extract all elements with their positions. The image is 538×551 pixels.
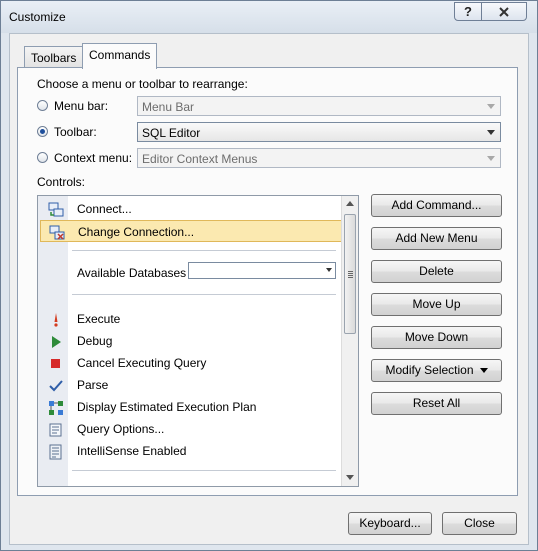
list-item-label: Display Estimated Execution Plan (77, 400, 257, 414)
list-item[interactable]: Query Options... (40, 418, 342, 440)
stop-icon (51, 359, 60, 368)
list-item[interactable]: Connect... (40, 198, 342, 220)
delete-button[interactable]: Delete (371, 260, 502, 283)
tab-commands[interactable]: Commands (82, 43, 158, 69)
list-item[interactable]: Debug (40, 330, 342, 352)
triangle-down-icon (479, 368, 488, 373)
scroll-up-arrow-icon[interactable] (346, 201, 354, 206)
toolbar-select[interactable]: SQL Editor (137, 122, 501, 142)
menu-bar-select: Menu Bar (137, 96, 501, 116)
menu-bar-value: Menu Bar (142, 100, 195, 114)
menu-bar-radio[interactable] (37, 100, 48, 111)
context-menu-radio[interactable] (37, 152, 48, 163)
list-item[interactable]: Parse (40, 374, 342, 396)
chevron-down-icon (487, 130, 495, 135)
close-button[interactable]: Close (442, 512, 517, 535)
controls-label: Controls: (37, 175, 86, 189)
tab-toolbars[interactable]: Toolbars (24, 46, 84, 68)
list-separator (72, 250, 336, 251)
list-item[interactable]: Available Databases (40, 262, 342, 284)
scroll-down-arrow-icon[interactable] (346, 475, 354, 480)
list-item[interactable]: Cancel Executing Query (40, 352, 342, 374)
list-item[interactable]: Display Estimated Execution Plan (40, 396, 342, 418)
menu-bar-label: Menu bar: (54, 99, 109, 113)
window-title: Customize (9, 10, 66, 24)
choose-label: Choose a menu or toolbar to rearrange: (37, 77, 248, 91)
context-menu-select: Editor Context Menus (137, 148, 501, 168)
toolbar-label: Toolbar: (54, 125, 97, 139)
move-up-button[interactable]: Move Up (371, 293, 502, 316)
execution-plan-icon (49, 401, 63, 415)
list-item-label: Query Options... (77, 422, 165, 436)
close-icon (499, 7, 509, 17)
reset-all-button[interactable]: Reset All (371, 392, 502, 415)
help-button[interactable]: ? (454, 2, 482, 21)
scroll-thumb[interactable] (344, 214, 356, 334)
title-bar[interactable]: Customize ? (1, 1, 537, 33)
list-item[interactable]: Execute (40, 308, 342, 330)
change-connection-icon (49, 225, 65, 240)
query-options-icon (49, 423, 62, 437)
close-window-button[interactable] (481, 2, 527, 21)
add-command-button[interactable]: Add Command... (371, 194, 502, 217)
modify-selection-button[interactable]: Modify Selection (371, 359, 502, 382)
chevron-down-icon (326, 268, 332, 272)
list-item-label: Parse (77, 378, 109, 392)
modify-selection-label: Modify Selection (385, 363, 474, 377)
list-item-label: Connect... (77, 202, 132, 216)
list-item-selected[interactable]: Change Connection... (40, 220, 342, 242)
customize-dialog: Customize ? Toolbars Commands Choose a m… (0, 0, 538, 551)
list-separator (72, 470, 336, 471)
list-item[interactable]: IntelliSense Enabled (40, 440, 342, 462)
list-item-label: IntelliSense Enabled (77, 444, 187, 458)
intellisense-icon (49, 444, 62, 460)
available-databases-combo[interactable] (188, 262, 336, 279)
list-scrollbar[interactable] (341, 196, 358, 486)
chevron-down-icon (487, 104, 495, 109)
checkmark-icon (49, 380, 63, 392)
list-item-label: Execute (77, 312, 121, 326)
toolbar-value: SQL Editor (142, 126, 201, 140)
list-item-label: Available Databases (77, 266, 187, 280)
add-new-menu-button[interactable]: Add New Menu (371, 227, 502, 250)
context-menu-label: Context menu: (54, 151, 133, 165)
connect-icon (48, 202, 64, 217)
list-item-label: Cancel Executing Query (77, 356, 207, 370)
list-item-label: Change Connection... (78, 225, 195, 239)
list-separator (72, 294, 336, 295)
exclamation-icon (54, 313, 58, 327)
toolbar-radio[interactable] (37, 126, 48, 137)
controls-list[interactable]: Connect... Change Connection... Availabl… (37, 195, 359, 487)
move-down-button[interactable]: Move Down (371, 326, 502, 349)
keyboard-button[interactable]: Keyboard... (348, 512, 432, 535)
context-menu-value: Editor Context Menus (142, 152, 258, 166)
play-icon (52, 336, 61, 348)
chevron-down-icon (487, 156, 495, 161)
list-item-label: Debug (77, 334, 113, 348)
